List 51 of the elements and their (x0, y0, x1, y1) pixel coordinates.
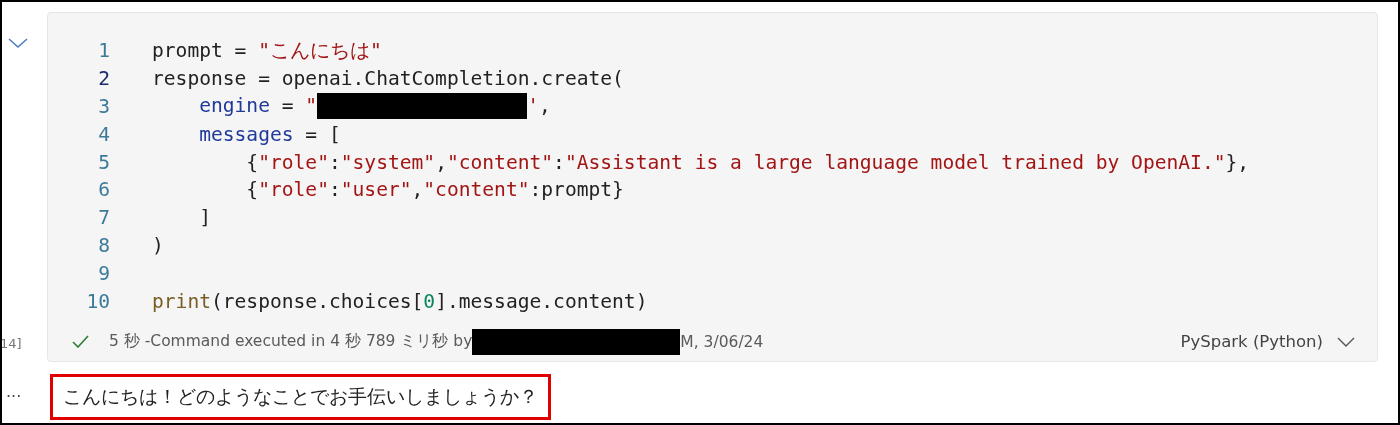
code-token: { (245, 150, 259, 174)
line-number: 7 (97, 206, 110, 230)
output-text: こんにちは！どのようなことでお手伝いしましょうか？ (50, 373, 551, 420)
code-token: , (411, 178, 424, 202)
code-token: "content" (423, 178, 530, 202)
line-number: 8 (97, 233, 110, 257)
code-token: "content" (446, 150, 554, 174)
code-token: "role" (258, 178, 329, 202)
code-token: ].message.content) (435, 289, 648, 313)
code-token: "Assistant is a large language model trained by OpenAI." (564, 150, 1226, 174)
code-token: "system" (340, 150, 436, 174)
code-token: :prompt} (529, 178, 624, 202)
code-token: : (328, 178, 341, 202)
more-options-button[interactable]: ··· (2, 387, 50, 407)
checkmark-icon (72, 335, 89, 349)
code-token: : (328, 150, 341, 174)
code-token: ) (152, 233, 164, 257)
code-token: 0 (423, 289, 436, 313)
code-token: , (538, 94, 551, 117)
code-token: print (152, 289, 211, 313)
code-token: messages (198, 122, 294, 146)
code-token: ' (527, 94, 539, 117)
code-token: response = openai.ChatCompletion.create( (152, 67, 624, 91)
code-token: "こんにちは" (258, 39, 382, 63)
code-token: ] (198, 206, 211, 230)
line-number: 3 (97, 95, 110, 118)
code-token: : (553, 150, 565, 174)
code-token: "user" (340, 178, 412, 202)
execution-status-text: M, 3/06/24 (680, 332, 764, 351)
code-token: engine (198, 94, 270, 117)
line-number: 4 (97, 122, 110, 146)
code-token: (response.choices[ (211, 289, 424, 313)
code-token: = [ (304, 122, 341, 146)
execution-count: 14] (2, 335, 22, 351)
code-token: prompt = (152, 39, 248, 63)
chevron-down-icon[interactable] (1337, 336, 1355, 347)
code-token: { (245, 178, 259, 202)
line-number: 1 (97, 39, 110, 63)
language-selector[interactable]: PySpark (Python) (1180, 332, 1323, 352)
line-number: 5 (97, 150, 110, 174)
code-token: " (305, 94, 318, 117)
collapse-chevron-icon[interactable] (8, 38, 28, 49)
line-number: 9 (97, 261, 110, 285)
line-number: 2 (97, 67, 110, 91)
code-token: }, (1225, 150, 1250, 174)
execution-status-text: 5 秒 -Command executed in 4 秒 789 ミリ秒 by (109, 331, 473, 353)
line-number: 6 (97, 178, 110, 202)
code-token: "role" (258, 150, 329, 174)
code-token: = (280, 94, 295, 117)
code-token: , (435, 150, 447, 174)
line-number: 10 (85, 289, 110, 313)
